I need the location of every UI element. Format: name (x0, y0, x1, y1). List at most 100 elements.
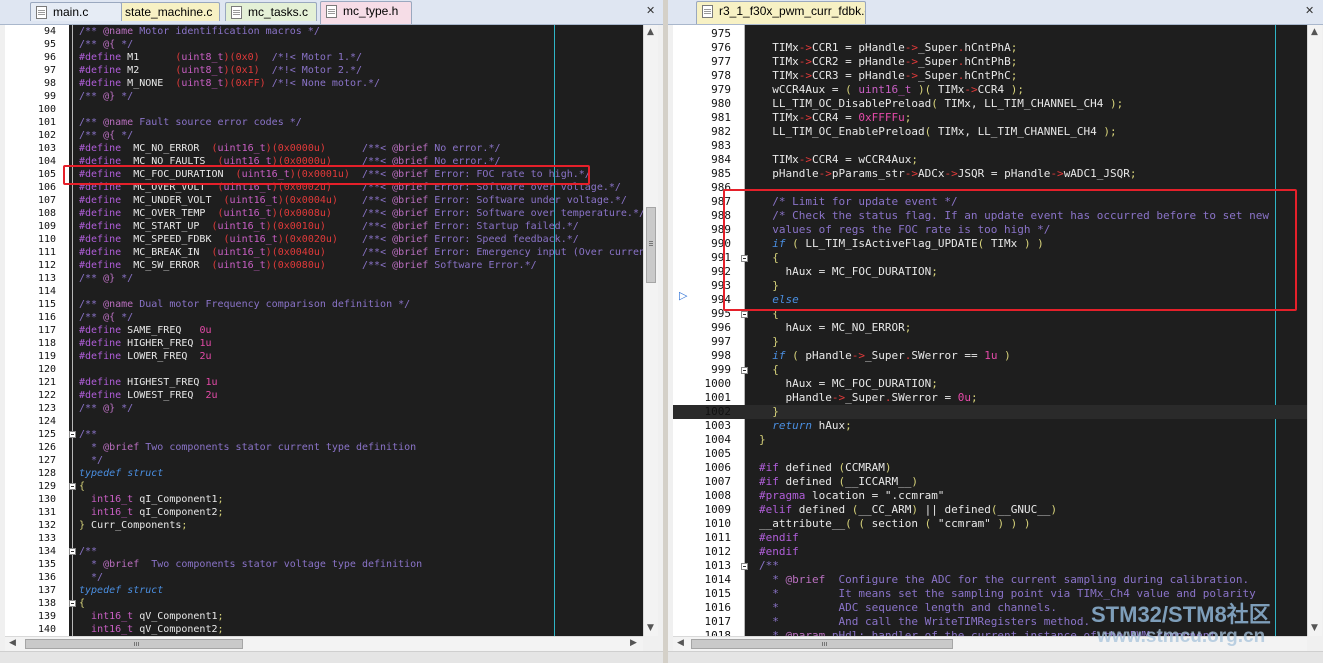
code-line[interactable]: 96 #define M1 (uint8_t)(0x0) /*!< Motor 1… (5, 51, 643, 64)
fold-toggle-icon[interactable] (69, 600, 76, 607)
scroll-down-icon[interactable]: ▼ (647, 624, 654, 633)
code-line[interactable]: 1014 * @brief Configure the ADC for the … (673, 573, 1307, 587)
left-vertical-scroll-thumb[interactable] (646, 207, 656, 283)
code-line[interactable]: 984 TIMx->CCR4 = wCCR4Aux; (673, 153, 1307, 167)
close-tab-icon[interactable]: ✕ (1305, 5, 1314, 16)
code-line[interactable]: 132} Curr_Components; (5, 519, 643, 532)
right-horizontal-scroll-thumb[interactable] (691, 639, 953, 649)
code-line[interactable]: 989 values of regs the FOC rate is too h… (673, 223, 1307, 237)
scroll-down-icon[interactable]: ▼ (1311, 624, 1318, 633)
code-line[interactable]: 979 wCCR4Aux = ( uint16_t )( TIMx->CCR4 … (673, 83, 1307, 97)
code-line[interactable]: 104 #define MC_NO_FAULTS (uint16_t)(0x000… (5, 155, 643, 168)
code-line[interactable]: 987 /* Limit for update event */ (673, 195, 1307, 209)
code-line[interactable]: 137 typedef struct (5, 584, 643, 597)
fold-toggle-icon[interactable] (69, 548, 76, 555)
code-line[interactable]: 986 (673, 181, 1307, 195)
code-line[interactable]: 982 LL_TIM_OC_EnablePreload( TIMx, LL_TI… (673, 125, 1307, 139)
code-line[interactable]: 123 /** @} */ (5, 402, 643, 415)
right-vertical-scrollbar[interactable]: ▲ ▼ (1307, 25, 1322, 636)
code-line[interactable]: 1017 * And call the WriteTIMRegisters me… (673, 615, 1307, 629)
code-line[interactable]: 1000 hAux = MC_FOC_DURATION; (673, 377, 1307, 391)
code-line[interactable]: 98 #define M_NONE (uint8_t)(0xFF) /*!< No… (5, 77, 643, 90)
code-line[interactable]: 978 TIMx->CCR3 = pHandle->_Super.hCntPhC… (673, 69, 1307, 83)
code-line[interactable]: 136 */ (5, 571, 643, 584)
code-line[interactable]: 138 { (5, 597, 643, 610)
left-code-editor[interactable]: 94 /** @name Motor identification macros … (5, 25, 643, 636)
code-line[interactable]: 977 TIMx->CCR2 = pHandle->_Super.hCntPhB… (673, 55, 1307, 69)
code-line[interactable]: 975 (673, 27, 1307, 41)
code-line[interactable]: 1011 #endif (673, 531, 1307, 545)
code-line[interactable]: 1006 #if defined (CCMRAM) (673, 461, 1307, 475)
code-line[interactable]: 117 #define SAME_FREQ 0u (5, 324, 643, 337)
tab-main-c[interactable]: main.c (30, 2, 122, 21)
code-line[interactable]: 1003 return hAux; (673, 419, 1307, 433)
code-line[interactable]: 1004} (673, 433, 1307, 447)
code-line[interactable]: 112 #define MC_SW_ERROR (uint16_t)(0x0080… (5, 259, 643, 272)
code-line[interactable]: 124 (5, 415, 643, 428)
code-line[interactable]: 985 pHandle->pParams_str->ADCx->JSQR = p… (673, 167, 1307, 181)
code-line[interactable]: 983 (673, 139, 1307, 153)
fold-toggle-icon[interactable] (69, 483, 76, 490)
right-code-editor[interactable]: 975 976 TIMx->CCR1 = pHandle->_Super.hCnt… (673, 25, 1307, 636)
code-line[interactable]: 980 LL_TIM_OC_DisablePreload( TIMx, LL_T… (673, 97, 1307, 111)
code-line[interactable]: 110 #define MC_SPEED_FDBK (uint16_t)(0x00… (5, 233, 643, 246)
close-tab-icon[interactable]: ✕ (646, 5, 655, 16)
code-line[interactable]: 122 #define LOWEST_FREQ 2u (5, 389, 643, 402)
fold-toggle-icon[interactable] (69, 431, 76, 438)
code-line[interactable]: 106 #define MC_OVER_VOLT (uint16_t)(0x000… (5, 181, 643, 194)
code-line[interactable]: 1007 #if defined (__ICCARM__) (673, 475, 1307, 489)
tab-mc-type-h[interactable]: mc_type.h (320, 1, 412, 24)
code-line[interactable]: 101 /** @name Fault source error codes */ (5, 116, 643, 129)
code-line[interactable]: 991 { (673, 251, 1307, 265)
code-line[interactable]: 111 #define MC_BREAK_IN (uint16_t)(0x0040… (5, 246, 643, 259)
code-line[interactable]: 1012 #endif (673, 545, 1307, 559)
code-line[interactable]: 127 */ (5, 454, 643, 467)
code-line[interactable]: 976 TIMx->CCR1 = pHandle->_Super.hCntPhA… (673, 41, 1307, 55)
code-line[interactable]: 95 /** @{ */ (5, 38, 643, 51)
code-line[interactable]: 1015 * It means set the sampling point v… (673, 587, 1307, 601)
tab-mc-tasks-c[interactable]: mc_tasks.c (225, 2, 317, 21)
code-line[interactable]: 120 (5, 363, 643, 376)
left-horizontal-scroll-thumb[interactable] (25, 639, 243, 649)
code-line[interactable]: 988 /* Check the status flag. If an upda… (673, 209, 1307, 223)
code-line[interactable]: 103 #define MC_NO_ERROR (uint16_t)(0x0000… (5, 142, 643, 155)
code-line[interactable]: 118 #define HIGHER_FREQ 1u (5, 337, 643, 350)
fold-toggle-icon[interactable] (741, 255, 748, 262)
code-line[interactable]: 134 /** (5, 545, 643, 558)
code-line[interactable]: 1010 __attribute__( ( section ( "ccmram" … (673, 517, 1307, 531)
scroll-left-icon[interactable]: ◀ (677, 639, 684, 648)
left-vertical-scrollbar[interactable]: ▲ ▼ (643, 25, 658, 636)
code-line[interactable]: 993 } (673, 279, 1307, 293)
code-line[interactable]: 999 { (673, 363, 1307, 377)
code-line[interactable]: 1016 * ADC sequence length and channels. (673, 601, 1307, 615)
code-line[interactable]: 109 #define MC_START_UP (uint16_t)(0x0010… (5, 220, 643, 233)
code-line[interactable]: 140 int16_t qV_Component2; (5, 623, 643, 636)
code-line[interactable]: 990 if ( LL_TIM_IsActiveFlag_UPDATE( TIM… (673, 237, 1307, 251)
fold-toggle-icon[interactable] (741, 367, 748, 374)
fold-toggle-icon[interactable] (741, 311, 748, 318)
fold-toggle-icon[interactable] (741, 563, 748, 570)
code-line[interactable]: 131 int16_t qI_Component2; (5, 506, 643, 519)
code-line[interactable]: 108 #define MC_OVER_TEMP (uint16_t)(0x000… (5, 207, 643, 220)
tab-r3-1-f30x-pwm-curr-fdbk-c[interactable]: r3_1_f30x_pwm_curr_fdbk.c (696, 1, 866, 24)
code-line[interactable]: 126 * @brief Two components stator curre… (5, 441, 643, 454)
code-line[interactable]: 107 #define MC_UNDER_VOLT (uint16_t)(0x00… (5, 194, 643, 207)
scroll-up-icon[interactable]: ▲ (647, 28, 654, 37)
code-line[interactable]: 119 #define LOWER_FREQ 2u (5, 350, 643, 363)
code-line[interactable]: 1005 (673, 447, 1307, 461)
code-line[interactable]: 997 } (673, 335, 1307, 349)
code-line[interactable]: 981 TIMx->CCR4 = 0xFFFFu; (673, 111, 1307, 125)
code-line[interactable]: 116 /** @{ */ (5, 311, 643, 324)
code-line[interactable]: 1009 #elif defined (__CC_ARM) || defined(… (673, 503, 1307, 517)
code-line[interactable]: 113 /** @} */ (5, 272, 643, 285)
code-line[interactable]: 105 #define MC_FOC_DURATION (uint16_t)(0x… (5, 168, 643, 181)
code-line[interactable]: 125 /** (5, 428, 643, 441)
code-line[interactable]: 1001 pHandle->_Super.SWerror = 0u; (673, 391, 1307, 405)
code-line[interactable]: 1018 * @param pHdl: handler of the curre… (673, 629, 1307, 636)
code-line[interactable]: 992 hAux = MC_FOC_DURATION; (673, 265, 1307, 279)
code-line[interactable]: 133 (5, 532, 643, 545)
code-line[interactable]: 129 { (5, 480, 643, 493)
scroll-left-icon[interactable]: ◀ (9, 639, 16, 648)
code-line[interactable]: 99 /** @} */ (5, 90, 643, 103)
code-line[interactable]: 97 #define M2 (uint8_t)(0x1) /*!< Motor 2… (5, 64, 643, 77)
